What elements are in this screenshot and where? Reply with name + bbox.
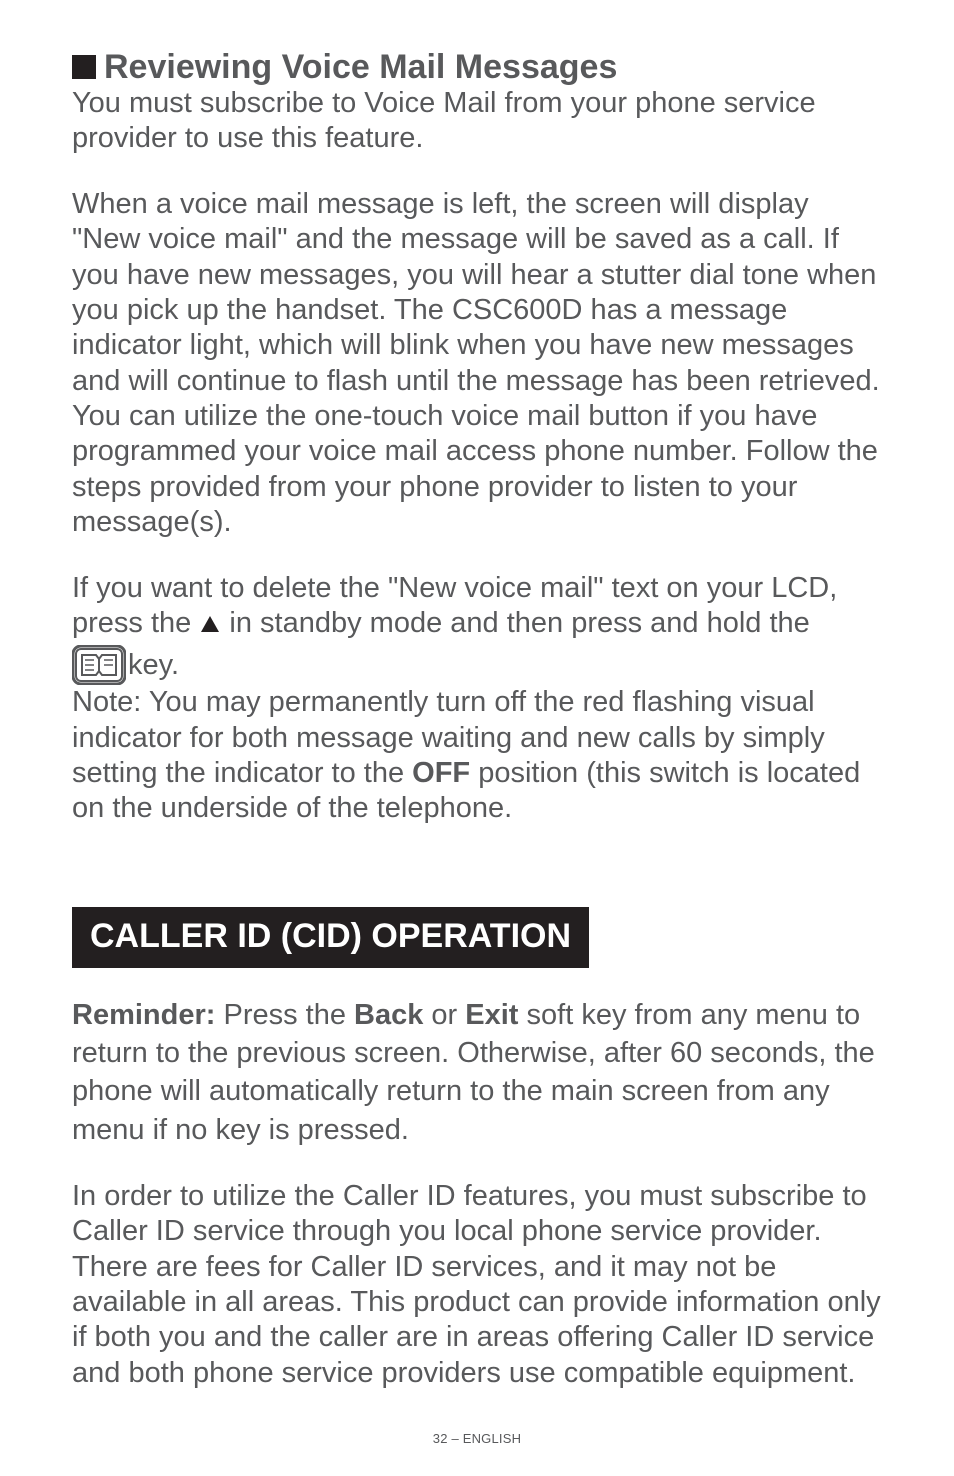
paragraph-reminder: Reminder: Press the Back or Exit soft ke… xyxy=(72,996,882,1149)
section-heading-row: Reviewing Voice Mail Messages xyxy=(72,50,882,84)
note-off-bold: OFF xyxy=(412,757,470,789)
paragraph-delete-vm-b: in standby mode and then press and hold … xyxy=(221,607,809,639)
paragraph-delete-vm: If you want to delete the "New voice mai… xyxy=(72,571,882,642)
key-line: key. xyxy=(72,645,882,685)
reminder-or: or xyxy=(423,999,465,1031)
key-label-text: key. xyxy=(128,648,179,683)
reminder-b: Press the xyxy=(215,999,354,1031)
section-heading-1: Reviewing Voice Mail Messages xyxy=(104,50,617,84)
up-arrow-icon xyxy=(201,616,219,632)
paragraph-voicemail-behavior: When a voice mail message is left, the s… xyxy=(72,187,882,541)
section-heading-2: CALLER ID (CID) OPERATION xyxy=(72,907,589,968)
section-bar-wrap: CALLER ID (CID) OPERATION xyxy=(72,867,882,982)
book-key-icon xyxy=(72,645,126,685)
paragraph-callerid-info: In order to utilize the Caller ID featur… xyxy=(72,1179,882,1391)
page-footer: 32 – ENGLISH xyxy=(72,1431,882,1446)
paragraph-subscribe: You must subscribe to Voice Mail from yo… xyxy=(72,86,882,157)
paragraph-note-indicator: Note: You may permanently turn off the r… xyxy=(72,685,882,827)
reminder-exit: Exit xyxy=(465,999,518,1031)
bullet-square-icon xyxy=(72,55,96,79)
reminder-back: Back xyxy=(354,999,423,1031)
reminder-label: Reminder: xyxy=(72,999,215,1031)
